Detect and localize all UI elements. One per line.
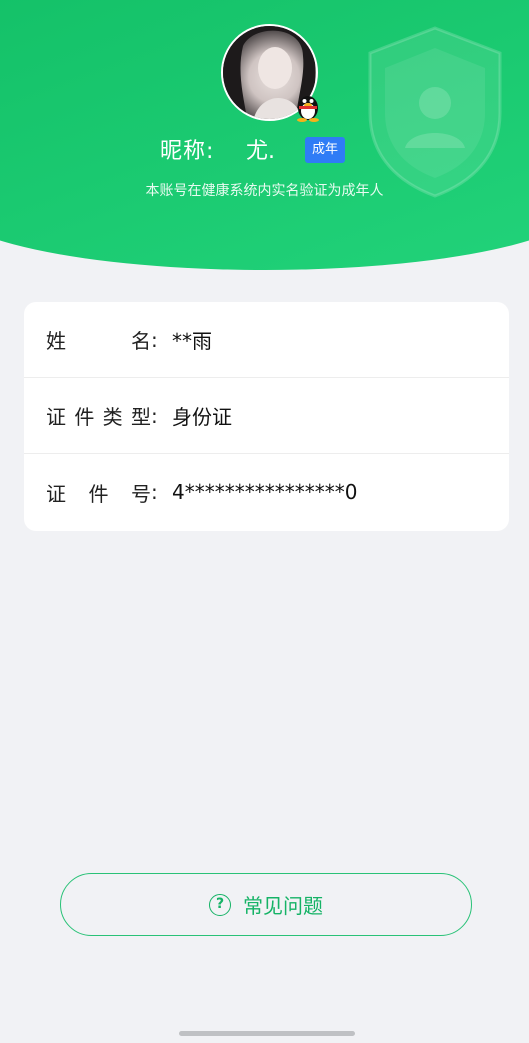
name-value: **雨 (172, 329, 212, 353)
name-colon: : (151, 327, 158, 352)
id-number-label: 证 件 号 (46, 481, 151, 506)
realname-info-page: 昵称: 尤. 成年 本账号在健康系统内实名验证为成年人 姓 名 : **雨 证 … (0, 0, 529, 1043)
id-number-row: 证 件 号 : 4****************0 (24, 454, 509, 530)
faq-button[interactable]: ? 常见问题 (60, 873, 472, 936)
id-number-value: 4****************0 (172, 480, 358, 504)
name-row: 姓 名 : **雨 (24, 302, 509, 378)
id-type-row: 证 件 类 型 : 身份证 (24, 378, 509, 454)
home-indicator[interactable] (179, 1031, 355, 1036)
id-number-colon: : (151, 480, 158, 504)
shield-user-icon (368, 26, 502, 198)
question-circle-icon: ? (209, 893, 231, 916)
identity-info-card: 姓 名 : **雨 证 件 类 型 : 身份证 证 件 号 : 4*******… (24, 302, 509, 531)
verification-subtitle: 本账号在健康系统内实名验证为成年人 (145, 183, 384, 199)
faq-label: 常见问题 (243, 894, 323, 918)
id-type-label: 证 件 类 型 (46, 405, 151, 429)
nickname-value: 尤. (246, 139, 275, 164)
adult-status-badge: 成年 (305, 137, 346, 163)
id-type-value: 身份证 (172, 405, 232, 429)
nickname-label: 昵称: (160, 139, 215, 164)
qq-penguin-icon (297, 96, 319, 122)
name-label: 姓 名 (46, 329, 151, 353)
id-type-colon: : (151, 403, 158, 428)
